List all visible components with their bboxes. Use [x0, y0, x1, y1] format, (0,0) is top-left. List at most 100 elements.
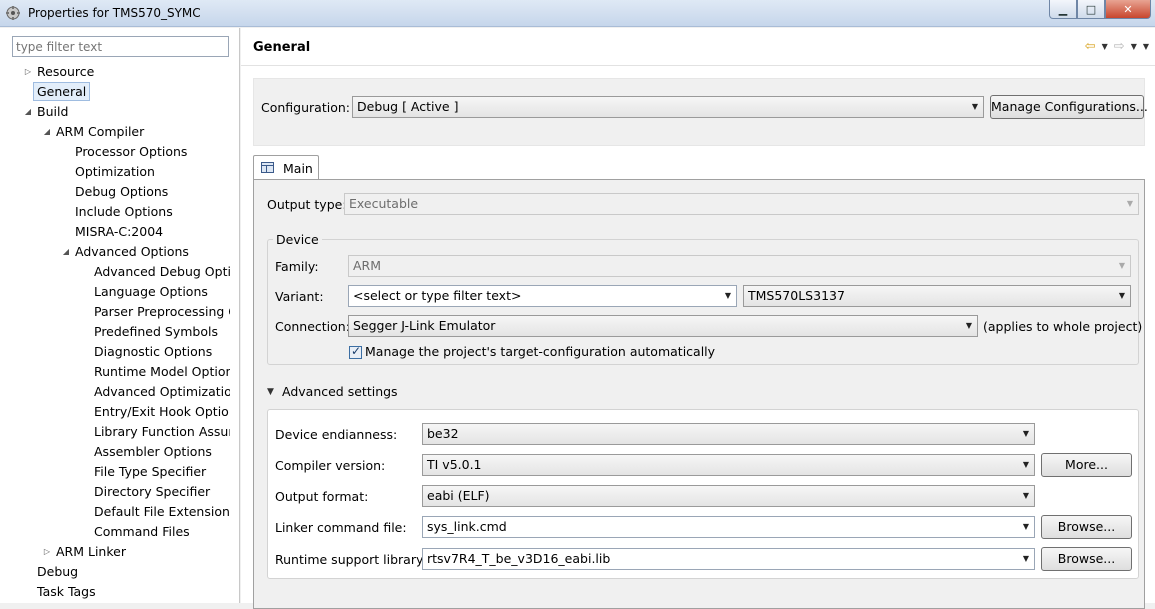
tree-item-include-options[interactable]: Include Options	[0, 203, 230, 221]
collapse-arrow-icon[interactable]: ◢	[42, 123, 52, 141]
tree-filter-input[interactable]	[12, 36, 229, 57]
tree-item-file-type-specifier[interactable]: File Type Specifier	[0, 463, 230, 481]
variant-select[interactable]: TMS570LS3137 ▼	[743, 285, 1131, 307]
view-menu-icon[interactable]: ▼	[1143, 42, 1149, 51]
connection-note: (applies to whole project)	[983, 319, 1143, 334]
browse-linker-button[interactable]: Browse...	[1041, 515, 1132, 539]
tree-item-label: Debug	[37, 564, 79, 579]
tree-item-arm-linker[interactable]: ▷ ARM Linker	[0, 543, 230, 561]
connection-value: Segger J-Link Emulator	[353, 318, 496, 333]
configuration-bar: Configuration: Debug [ Active ] ▼ Manage…	[253, 78, 1148, 146]
tab-main-label: Main	[283, 161, 313, 176]
page-title: General	[253, 40, 311, 55]
endianness-select[interactable]: be32 ▼	[422, 423, 1035, 445]
manage-target-config-checkbox[interactable]	[349, 344, 362, 359]
tree-item-parser-preprocessing-options[interactable]: Parser Preprocessing Options	[0, 303, 230, 321]
endianness-value: be32	[427, 426, 459, 441]
tree-item-assembler-options[interactable]: Assembler Options	[0, 443, 230, 461]
tree-item-advanced-optimizations[interactable]: Advanced Optimizations	[0, 383, 230, 401]
tree-item-predefined-symbols[interactable]: Predefined Symbols	[0, 323, 230, 341]
tree-item-command-files[interactable]: Command Files	[0, 523, 230, 541]
eclipse-app-icon	[6, 6, 20, 20]
more-button[interactable]: More...	[1041, 453, 1132, 477]
close-button[interactable]: ✕	[1105, 0, 1151, 19]
tree-item-label: Optimization	[75, 164, 155, 179]
tree-item-label: Resource	[37, 64, 95, 79]
tree-item-optimization[interactable]: Optimization	[0, 163, 230, 181]
tree-item-label: File Type Specifier	[94, 464, 207, 479]
output-format-value: eabi (ELF)	[427, 488, 490, 503]
tree-item-label: Parser Preprocessing Options	[94, 304, 230, 319]
minimize-button[interactable]: ▁	[1049, 0, 1077, 19]
configuration-select[interactable]: Debug [ Active ] ▼	[352, 96, 984, 118]
collapse-arrow-icon[interactable]: ◢	[61, 243, 71, 261]
tree-item-label: ARM Linker	[56, 544, 126, 559]
output-format-label: Output format:	[275, 489, 369, 504]
chevron-down-icon: ▼	[1022, 491, 1029, 500]
tree-item-directory-specifier[interactable]: Directory Specifier	[0, 483, 230, 501]
manage-target-config-label: Manage the project's target-configuratio…	[365, 344, 716, 359]
output-type-select[interactable]: Executable ▼	[344, 193, 1139, 215]
tree-item-label: Debug Options	[75, 184, 169, 199]
tree-item-label: Advanced Debug Options	[94, 264, 230, 279]
runtime-library-combo[interactable]: rtsv7R4_T_be_v3D16_eabi.lib ▼	[422, 548, 1035, 570]
linker-command-file-combo[interactable]: sys_link.cmd ▼	[422, 516, 1035, 538]
tree-item-label: Language Options	[94, 284, 208, 299]
chevron-down-icon: ▼	[1118, 291, 1125, 300]
chevron-down-icon: ▼	[1022, 522, 1029, 531]
tree-item-library-function-assumptions[interactable]: Library Function Assumptions	[0, 423, 230, 441]
runtime-library-label: Runtime support library:	[275, 552, 427, 567]
tree-item-resource[interactable]: ▷ Resource	[0, 63, 230, 81]
tree-item-general[interactable]: General	[0, 82, 230, 101]
tree-item-language-options[interactable]: Language Options	[0, 283, 230, 301]
tree-item-label: Entry/Exit Hook Options	[94, 404, 230, 419]
expand-arrow-icon[interactable]: ▷	[23, 63, 33, 81]
window-title: Properties for TMS570_SYMC	[28, 6, 201, 20]
tree-item-runtime-model-options[interactable]: Runtime Model Options	[0, 363, 230, 381]
advanced-settings-title[interactable]: Advanced settings	[282, 384, 398, 399]
tree-item-advanced-debug-options[interactable]: Advanced Debug Options	[0, 263, 230, 281]
tree-item-debug-options[interactable]: Debug Options	[0, 183, 230, 201]
page-header: General ⇦ ▼ ⇨ ▼ ▼	[241, 28, 1155, 66]
variant-filter-value: <select or type filter text>	[353, 288, 522, 303]
tree-item-misra-c-2004[interactable]: MISRA-C:2004	[0, 223, 230, 241]
tree-item-build[interactable]: ◢ Build	[0, 103, 230, 121]
tree-item-debug[interactable]: Debug	[0, 563, 230, 581]
forward-arrow-icon[interactable]: ⇨	[1114, 39, 1125, 54]
compiler-version-label: Compiler version:	[275, 458, 386, 473]
tree-item-label: Advanced Options	[75, 244, 189, 259]
tree-item-diagnostic-options[interactable]: Diagnostic Options	[0, 343, 230, 361]
tree-item-advanced-options[interactable]: ◢ Advanced Options	[0, 243, 230, 261]
expand-arrow-icon[interactable]: ▷	[42, 543, 52, 561]
forward-history-dropdown-icon[interactable]: ▼	[1131, 42, 1137, 51]
tab-main[interactable]: Main	[253, 155, 319, 180]
connection-label: Connection:	[275, 319, 350, 334]
tree-item-processor-options[interactable]: Processor Options	[0, 143, 230, 161]
connection-select[interactable]: Segger J-Link Emulator ▼	[348, 315, 978, 337]
family-value: ARM	[353, 258, 382, 273]
tree-item-entry-exit-hook-options[interactable]: Entry/Exit Hook Options	[0, 403, 230, 421]
tree-item-label: Processor Options	[75, 144, 188, 159]
properties-page: General ⇦ ▼ ⇨ ▼ ▼ Configuration: Debug […	[241, 28, 1155, 609]
linker-command-file-value: sys_link.cmd	[427, 519, 507, 534]
chevron-down-icon: ▼	[1022, 429, 1029, 438]
browse-runtime-button[interactable]: Browse...	[1041, 547, 1132, 571]
output-type-value: Executable	[349, 196, 419, 211]
advanced-settings-toggle-icon[interactable]: ▼	[267, 387, 274, 397]
family-label: Family:	[275, 259, 319, 274]
family-select[interactable]: ARM ▼	[348, 255, 1131, 277]
tree-item-label: Include Options	[75, 204, 173, 219]
collapse-arrow-icon[interactable]: ◢	[23, 103, 33, 121]
back-history-dropdown-icon[interactable]: ▼	[1102, 42, 1108, 51]
output-format-select[interactable]: eabi (ELF) ▼	[422, 485, 1035, 507]
maximize-button[interactable]: □	[1077, 0, 1105, 19]
variant-filter-combo[interactable]: <select or type filter text> ▼	[348, 285, 737, 307]
tree-item-default-file-extensions[interactable]: Default File Extensions	[0, 503, 230, 521]
back-arrow-icon[interactable]: ⇦	[1085, 39, 1096, 54]
manage-configurations-button[interactable]: Manage Configurations...	[990, 95, 1148, 119]
output-type-label: Output type:	[267, 197, 347, 212]
tree-item-task-tags[interactable]: Task Tags	[0, 583, 230, 601]
compiler-version-select[interactable]: TI v5.0.1 ▼	[422, 454, 1035, 476]
tree-item-arm-compiler[interactable]: ◢ ARM Compiler	[0, 123, 230, 141]
tree-item-label: ARM Compiler	[56, 124, 145, 139]
